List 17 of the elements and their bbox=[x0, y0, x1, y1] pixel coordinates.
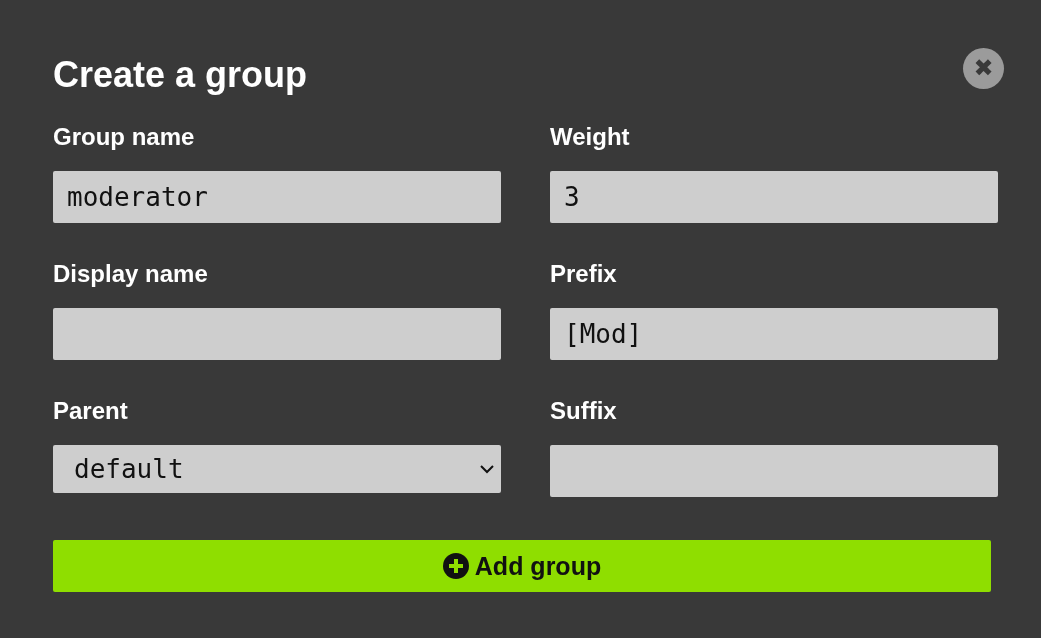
field-label: Prefix bbox=[550, 259, 617, 289]
field-label: Suffix bbox=[550, 396, 617, 426]
close-button[interactable]: ✖ bbox=[963, 47, 1004, 89]
select-field[interactable]: default bbox=[53, 445, 501, 493]
field-label: Weight bbox=[550, 122, 630, 152]
text-input[interactable] bbox=[53, 308, 501, 360]
text-input[interactable]: [Mod] bbox=[550, 308, 998, 360]
field-label: Group name bbox=[53, 122, 195, 152]
field-label: Display name bbox=[53, 259, 208, 289]
text-input[interactable] bbox=[550, 445, 998, 497]
text-input[interactable]: moderator bbox=[53, 171, 501, 223]
text-input[interactable]: 3 bbox=[550, 171, 998, 223]
add-group-button[interactable]: Add group bbox=[53, 540, 991, 592]
plus-circle-icon bbox=[442, 553, 469, 579]
dialog-title: Create a group bbox=[53, 54, 308, 96]
chevron-down-icon bbox=[479, 464, 495, 474]
field-label: Parent bbox=[53, 396, 128, 426]
